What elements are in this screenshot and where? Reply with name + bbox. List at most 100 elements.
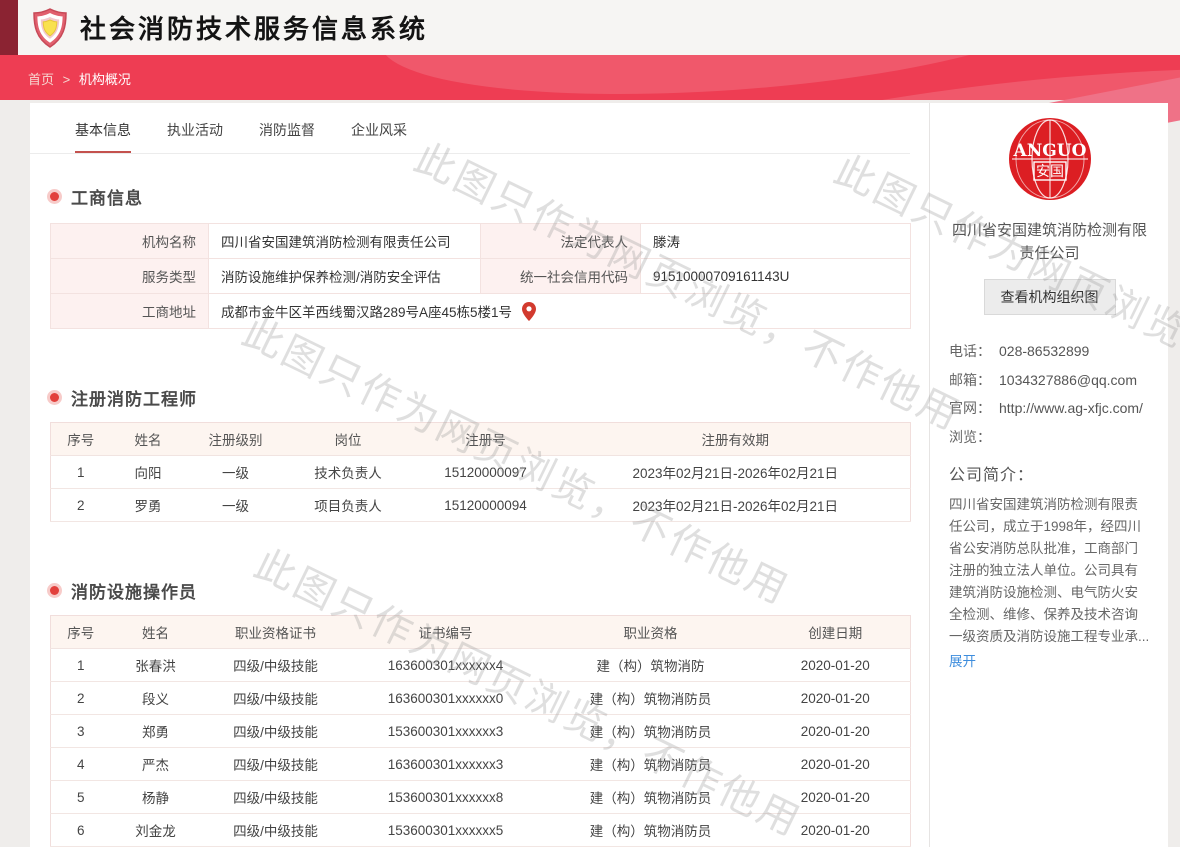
map-pin-icon[interactable] [522, 302, 536, 321]
shield-logo-icon [32, 8, 68, 48]
table-cell: 6 [51, 814, 111, 847]
table-row: 2罗勇一级项目负责人151200000942023年02月21日-2026年02… [51, 489, 911, 522]
table-cell: 一级 [186, 456, 286, 489]
table-row: 4严杰四级/中级技能163600301xxxxxx3建（构）筑物消防员2020-… [51, 748, 911, 781]
column-header: 序号 [51, 423, 111, 456]
company-logo: ANGUO 安国 [1009, 118, 1091, 200]
app-title: 社会消防技术服务信息系统 [80, 9, 428, 46]
table-cell: 2 [51, 682, 111, 715]
column-header: 姓名 [111, 423, 186, 456]
table-cell: 严杰 [111, 748, 201, 781]
column-header: 创建日期 [761, 616, 911, 649]
table-cell: 153600301xxxxxx8 [351, 781, 541, 814]
column-header: 注册号 [411, 423, 561, 456]
table-cell: 四级/中级技能 [201, 649, 351, 682]
table-cell: 杨静 [111, 781, 201, 814]
table-row: 3郑勇四级/中级技能153600301xxxxxx3建（构）筑物消防员2020-… [51, 715, 911, 748]
view-org-chart-button[interactable]: 查看机构组织图 [984, 279, 1116, 315]
company-sidebar: ANGUO 安国 四川省安国建筑消防检测有限责任公司 查看机构组织图 电话： 0… [931, 103, 1168, 847]
breadcrumb-current: 机构概况 [79, 72, 131, 87]
table-cell: 向阳 [111, 456, 186, 489]
table-cell: 郑勇 [111, 715, 201, 748]
table-cell: 163600301xxxxxx4 [351, 649, 541, 682]
breadcrumb-band: 首页 > 机构概况 [0, 55, 1180, 100]
tab-basic-info[interactable]: 基本信息 [75, 120, 131, 153]
table-cell: 建（构）筑物消防员 [541, 715, 761, 748]
company-address: 成都市金牛区羊西线蜀汉路289号A座45栋5楼1号 [221, 301, 512, 321]
table-cell: 5 [51, 781, 111, 814]
table-row: 6刘金龙四级/中级技能153600301xxxxxx5建（构）筑物消防员2020… [51, 814, 911, 847]
info-label: 法定代表人 [481, 224, 641, 259]
info-value: 四川省安国建筑消防检测有限责任公司 [209, 224, 481, 259]
table-cell: 15120000097 [411, 456, 561, 489]
section-title-text: 工商信息 [71, 184, 143, 209]
table-cell: 2 [51, 489, 111, 522]
info-label: 工商地址 [51, 294, 209, 329]
contact-value: 1034327886@qq.com [999, 370, 1137, 392]
info-label: 统一社会信用代码 [481, 259, 641, 294]
content-card: 基本信息 执业活动 消防监督 企业风采 工商信息 机构名称 四川省安国建筑消防检… [30, 103, 1168, 847]
table-cell: 四级/中级技能 [201, 814, 351, 847]
table-row: 5杨静四级/中级技能153600301xxxxxx8建（构）筑物消防员2020-… [51, 781, 911, 814]
section-title-operators: 消防设施操作员 [50, 578, 929, 603]
table-cell: 2023年02月21日-2026年02月21日 [561, 456, 911, 489]
table-row: 2段义四级/中级技能163600301xxxxxx0建（构）筑物消防员2020-… [51, 682, 911, 715]
contact-label: 邮箱： [949, 370, 999, 392]
table-cell: 建（构）筑物消防员 [541, 781, 761, 814]
info-value: 91510000709161143U [641, 259, 911, 294]
expand-link[interactable]: 展开 [949, 650, 976, 670]
table-cell: 1 [51, 456, 111, 489]
section-title-business-info: 工商信息 [50, 184, 929, 209]
table-cell: 2020-01-20 [761, 781, 911, 814]
bullet-dot-icon [50, 586, 59, 595]
tab-bar: 基本信息 执业活动 消防监督 企业风采 [30, 103, 910, 154]
website-link[interactable]: http://www.ag-xfjc.com/ [999, 398, 1143, 420]
table-cell: 163600301xxxxxx0 [351, 682, 541, 715]
table-cell: 163600301xxxxxx3 [351, 748, 541, 781]
table-cell: 项目负责人 [286, 489, 411, 522]
table-cell: 2023年02月21日-2026年02月21日 [561, 489, 911, 522]
svg-text:ANGUO: ANGUO [1012, 141, 1086, 161]
table-cell: 15120000094 [411, 489, 561, 522]
app-header: 社会消防技术服务信息系统 [0, 0, 1180, 55]
table-row: 1张春洪四级/中级技能163600301xxxxxx4建（构）筑物消防2020-… [51, 649, 911, 682]
table-cell: 四级/中级技能 [201, 781, 351, 814]
table-cell: 四级/中级技能 [201, 682, 351, 715]
tab-fire-supervision[interactable]: 消防监督 [259, 120, 315, 153]
sidebar-company-name: 四川省安国建筑消防检测有限责任公司 [949, 220, 1150, 265]
info-label: 机构名称 [51, 224, 209, 259]
contact-website: 官网： http://www.ag-xfjc.com/ [949, 398, 1150, 420]
table-cell: 1 [51, 649, 111, 682]
header-accent-strip [0, 0, 18, 55]
contact-label: 电话： [949, 341, 999, 363]
company-intro-text: 四川省安国建筑消防检测有限责任公司，成立于1998年，经四川省公安消防总队批准，… [949, 494, 1150, 648]
table-cell: 2020-01-20 [761, 682, 911, 715]
column-header: 职业资格证书 [201, 616, 351, 649]
column-header: 岗位 [286, 423, 411, 456]
tab-practice-activity[interactable]: 执业活动 [167, 120, 223, 153]
table-row: 机构名称 四川省安国建筑消防检测有限责任公司 法定代表人 滕涛 [51, 224, 911, 259]
info-value: 消防设施维护保养检测/消防安全评估 [209, 259, 481, 294]
column-header: 注册有效期 [561, 423, 911, 456]
table-cell: 2020-01-20 [761, 715, 911, 748]
column-header: 职业资格 [541, 616, 761, 649]
contact-value: 028-86532899 [999, 341, 1089, 363]
contact-phone: 电话： 028-86532899 [949, 341, 1150, 363]
contact-email: 邮箱： 1034327886@qq.com [949, 370, 1150, 392]
table-cell: 建（构）筑物消防 [541, 649, 761, 682]
section-title-text: 消防设施操作员 [71, 578, 197, 603]
contact-label: 官网： [949, 398, 999, 420]
table-header-row: 序号姓名职业资格证书证书编号职业资格创建日期 [51, 616, 911, 649]
table-cell: 建（构）筑物消防员 [541, 814, 761, 847]
breadcrumb: 首页 > 机构概况 [28, 69, 131, 88]
info-value: 滕涛 [641, 224, 911, 259]
contact-views: 浏览： [949, 427, 1150, 449]
contact-list: 电话： 028-86532899 邮箱： 1034327886@qq.com 官… [949, 341, 1150, 449]
table-row: 工商地址 成都市金牛区羊西线蜀汉路289号A座45栋5楼1号 [51, 294, 911, 329]
breadcrumb-home-link[interactable]: 首页 [28, 72, 54, 87]
main-panel: 基本信息 执业活动 消防监督 企业风采 工商信息 机构名称 四川省安国建筑消防检… [30, 103, 930, 847]
operators-table: 序号姓名职业资格证书证书编号职业资格创建日期 1张春洪四级/中级技能163600… [50, 615, 911, 847]
table-cell: 技术负责人 [286, 456, 411, 489]
tab-company-showcase[interactable]: 企业风采 [351, 120, 407, 153]
info-label: 服务类型 [51, 259, 209, 294]
